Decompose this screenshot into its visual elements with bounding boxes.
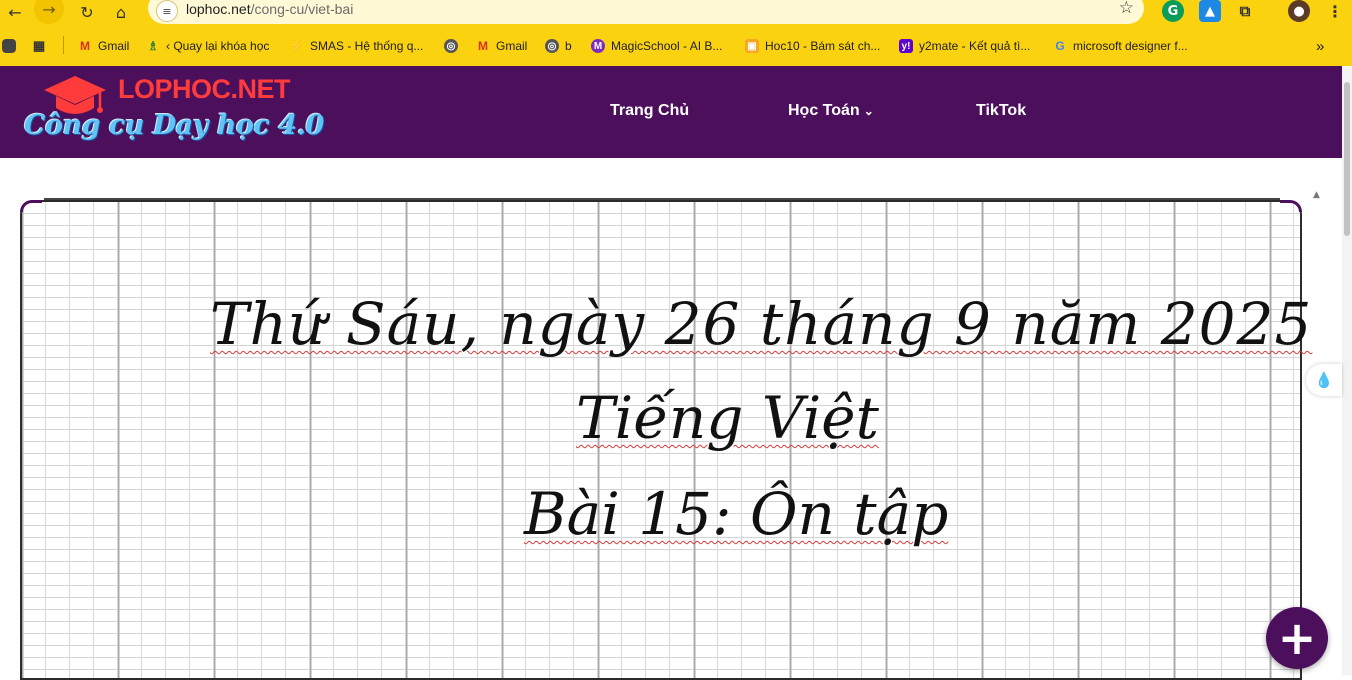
yahoo-icon: y! — [899, 39, 913, 53]
globe-icon: ◎ — [444, 39, 458, 53]
bookmark-globe-1[interactable]: ◎ — [444, 37, 464, 55]
chevron-down-icon: ⌄ — [863, 104, 874, 118]
forward-icon[interactable]: → — [34, 0, 64, 24]
home-icon[interactable]: ⌂ — [106, 0, 136, 24]
board-line-lesson: Bài 15: Ôn tập — [524, 480, 949, 548]
bookmark-magicschool[interactable]: M MagicSchool - AI B... — [591, 37, 722, 55]
side-widget-droplet-icon[interactable]: 💧 — [1306, 364, 1342, 396]
profile-avatar[interactable]: ● — [1288, 0, 1310, 22]
board-corner-left — [20, 200, 42, 212]
hoc10-icon: ▣ — [745, 39, 759, 53]
address-bar[interactable]: ≡ lophoc.net/cong-cu/viet-bai ☆ — [148, 0, 1144, 24]
board-line-subject: Tiếng Việt — [576, 384, 879, 452]
bookmark-gmail-1[interactable]: M Gmail — [78, 37, 129, 55]
google-icon: G — [1055, 39, 1065, 53]
bookmark-hoc10[interactable]: ▣ Hoc10 - Bám sát ch... — [745, 37, 880, 55]
site-info-icon[interactable]: ≡ — [156, 0, 178, 22]
nav-hoc-toan[interactable]: Học Toán ⌄ — [788, 102, 874, 120]
browser-menu-icon[interactable]: ⋮ — [1324, 0, 1346, 22]
board-corner-right — [1280, 200, 1302, 212]
url-host: lophoc.net — [186, 1, 251, 17]
nav-tiktok[interactable]: TikTok — [976, 102, 1026, 120]
bookmark-star-icon[interactable]: ☆ — [1119, 0, 1134, 18]
apps-grid-icon[interactable]: ▦ — [32, 37, 52, 55]
gmail-icon: M — [478, 39, 488, 53]
bookmark-gmail-2[interactable]: M Gmail — [476, 37, 527, 55]
smas-icon: ⚡ — [289, 39, 305, 53]
nav-trang-chu[interactable]: Trang Chủ — [610, 102, 689, 120]
add-button[interactable]: + — [1266, 607, 1328, 669]
reload-icon[interactable]: ↻ — [72, 0, 102, 24]
board-line-date: Thứ Sáu, ngày 26 tháng 9 năm 2025 — [210, 290, 1313, 358]
bookmark-smas[interactable]: ⚡ SMAS - Hệ thống q... — [289, 37, 424, 55]
drop-extension-icon[interactable]: ▲ — [1199, 0, 1221, 22]
logo-wordmark[interactable]: LOPHOC.NET — [118, 74, 291, 105]
bookmarks-divider — [63, 36, 64, 54]
browser-chrome: ← → ↻ ⌂ ≡ lophoc.net/cong-cu/viet-bai ☆ … — [0, 0, 1352, 66]
bookmark-quay-lai-khoa-hoc[interactable]: ♗ ‹ Quay lại khóa học — [146, 37, 270, 55]
grammarly-extension-icon[interactable]: G — [1162, 0, 1184, 22]
bookmarks-more-icon[interactable]: » — [1316, 37, 1324, 55]
extensions-puzzle-icon[interactable]: ⧉ — [1234, 0, 1256, 22]
url-path: /cong-cu/viet-bai — [250, 1, 354, 17]
course-icon: ♗ — [147, 39, 159, 53]
bookmark-y2mate[interactable]: y! y2mate - Kết quả tì... — [899, 37, 1030, 55]
logo-tagline[interactable]: Công cụ Dạy học 4.0 — [24, 110, 324, 141]
bookmark-b[interactable]: ◎ b — [545, 37, 572, 55]
bookmark-microsoft-designer[interactable]: Gmicrosoft designer f... — [1053, 37, 1187, 55]
back-icon[interactable]: ← — [0, 0, 30, 24]
globe-icon: ◎ — [545, 39, 559, 53]
url-text[interactable]: lophoc.net/cong-cu/viet-bai — [186, 1, 353, 17]
magicschool-icon: M — [591, 39, 605, 53]
site-header: LOPHOC.NET Công cụ Dạy học 4.0 Trang Chủ… — [0, 66, 1342, 158]
scrollbar-thumb[interactable] — [1344, 82, 1350, 236]
sidebar-toggle-icon[interactable] — [2, 37, 22, 55]
bookmarks-bar: ▦ M Gmail ♗ ‹ Quay lại khóa học ⚡ SMAS - Hệ… — [0, 30, 1352, 62]
scroll-up-arrow-icon[interactable]: ▲ — [1313, 190, 1320, 200]
gmail-icon: M — [80, 39, 90, 53]
page-scrollbar[interactable] — [1342, 66, 1352, 675]
browser-toolbar: ← → ↻ ⌂ ≡ lophoc.net/cong-cu/viet-bai ☆ … — [0, 0, 1352, 24]
